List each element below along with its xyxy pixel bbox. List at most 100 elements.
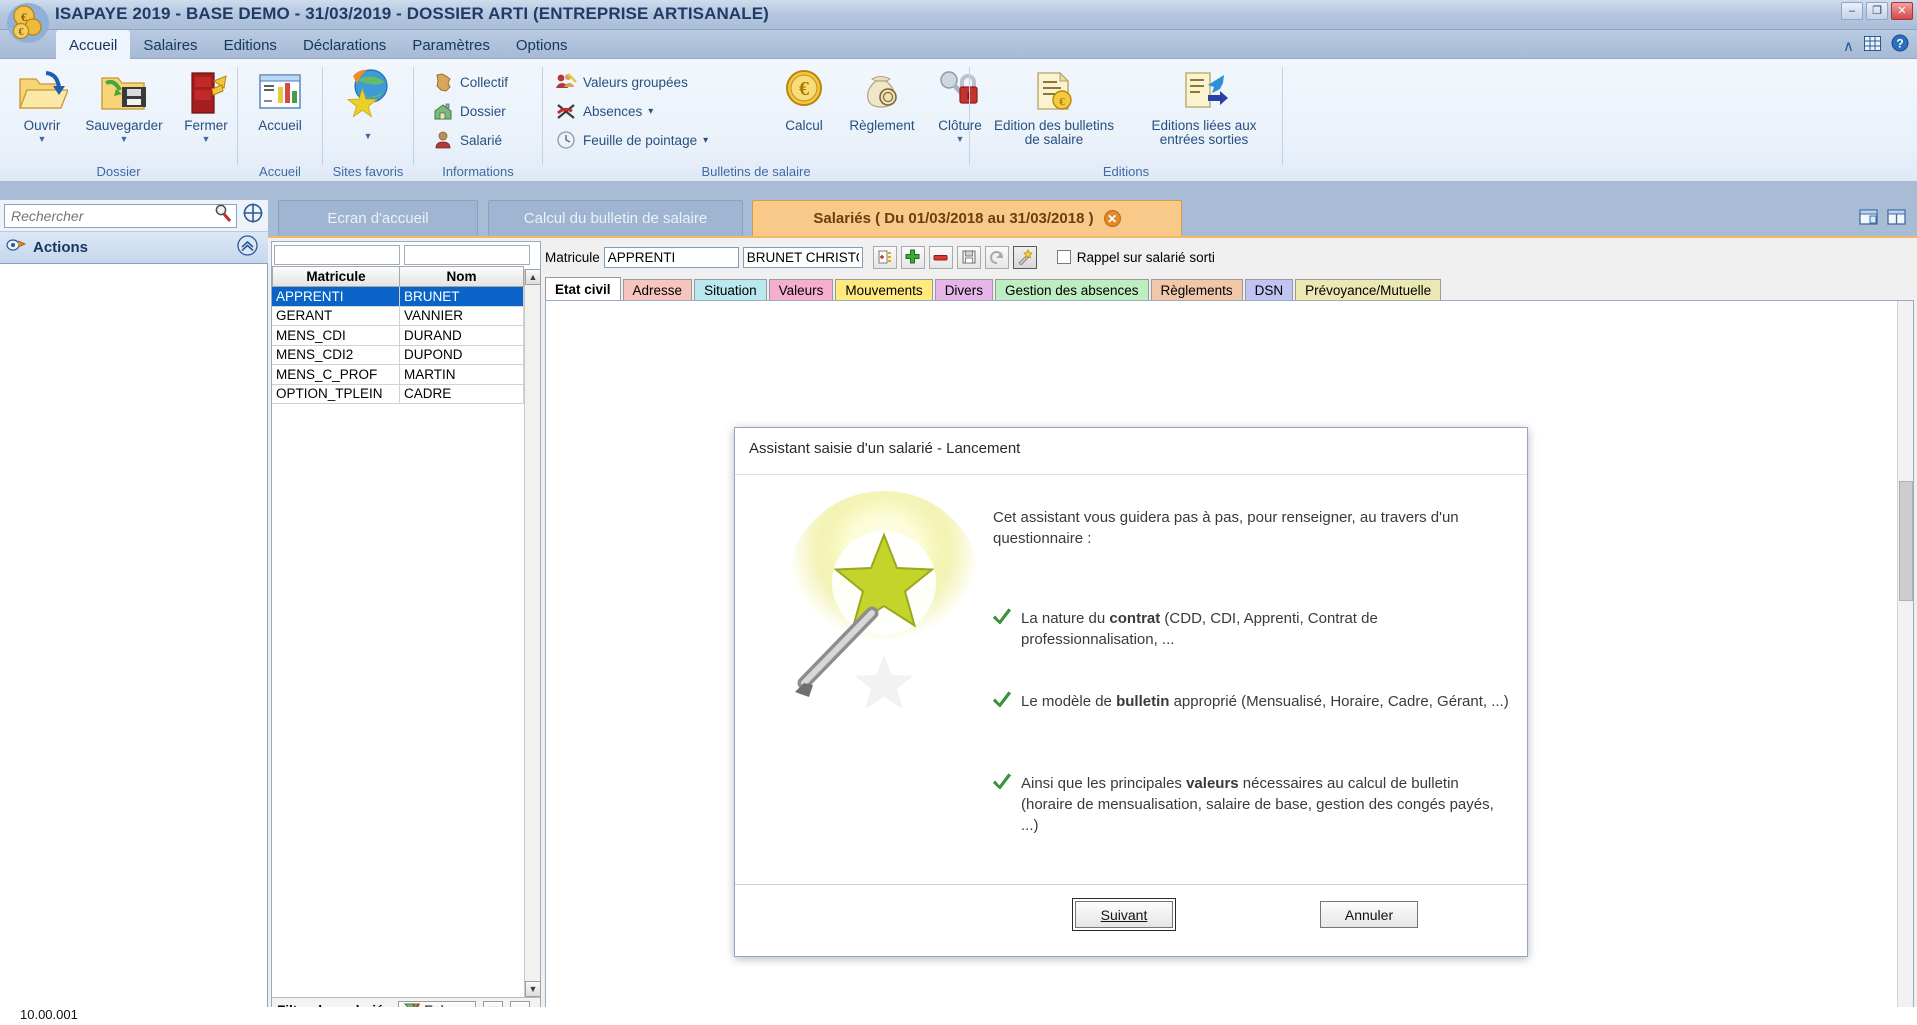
window-restore-icon[interactable]	[1859, 208, 1879, 231]
employee-grid-panel: Matricule Nom APPRENTI BRUNET GERANT VAN…	[271, 241, 541, 1024]
grid-scrollbar[interactable]: ▲ ▼	[524, 269, 541, 997]
filter-nom-input[interactable]	[404, 245, 530, 265]
rappel-checkbox[interactable]	[1056, 250, 1071, 264]
close-icon[interactable]: ✕	[1103, 210, 1121, 227]
ribbon-button-collectif[interactable]: Collectif	[432, 71, 508, 93]
tab-adresse[interactable]: Adresse	[622, 279, 693, 301]
menu-right-tools: ∧ ?	[1843, 34, 1909, 57]
cell-nom: BRUNET	[400, 287, 524, 307]
menu-item-declarations[interactable]: Déclarations	[290, 30, 399, 59]
table-row[interactable]: MENS_CDI DURAND	[272, 326, 540, 346]
ribbon-button-sites-favoris[interactable]: ▼	[326, 65, 410, 141]
minimize-button[interactable]: –	[1841, 2, 1863, 20]
ribbon-button-fermer[interactable]: Fermer ▼	[164, 65, 248, 144]
chevron-down-icon[interactable]: ▼	[164, 134, 248, 144]
grid-icon[interactable]	[1864, 35, 1881, 56]
grid-header-nom[interactable]: Nom	[400, 266, 524, 287]
tab-divers[interactable]: Divers	[934, 279, 993, 301]
add-button[interactable]	[900, 245, 925, 269]
euro-coin-icon: €	[771, 65, 837, 117]
grid-filter-row	[272, 242, 540, 266]
ribbon-button-accueil[interactable]: Accueil	[238, 65, 322, 133]
ribbon: Ouvrir ▼ Sauvegarder ▼ Fermer ▼ Dossier …	[0, 59, 1917, 182]
ribbon-group-label-sites-favoris: Sites favoris	[332, 164, 404, 179]
help-icon[interactable]: ?	[1891, 34, 1909, 57]
table-row[interactable]: MENS_C_PROF MARTIN	[272, 365, 540, 385]
ribbon-button-feuille-pointage[interactable]: Feuille de pointage ▾	[555, 129, 708, 151]
tab-valeurs[interactable]: Valeurs	[768, 279, 834, 301]
menu-item-salaires[interactable]: Salaires	[130, 30, 210, 59]
chevron-down-icon[interactable]: ▼	[0, 134, 84, 144]
ribbon-button-dossier-info[interactable]: Dossier	[432, 100, 506, 122]
ribbon-button-valeurs-groupees[interactable]: Valeurs groupées	[555, 71, 688, 93]
chevron-down-icon[interactable]: ▼	[326, 131, 410, 141]
chevrons-up-icon[interactable]	[237, 234, 258, 261]
table-row[interactable]: MENS_CDI2 DUPOND	[272, 345, 540, 365]
restore-button[interactable]: ❐	[1866, 2, 1888, 20]
ribbon-button-editions-entrees-sorties[interactable]: Editions liées aux entrées sorties	[1130, 65, 1278, 147]
ribbon-button-calcul[interactable]: € Calcul	[771, 65, 837, 133]
ribbon-label-absences: Absences	[583, 103, 643, 119]
actions-panel-header[interactable]: Actions	[0, 232, 268, 264]
wizard-button[interactable]	[1012, 245, 1037, 269]
status-bar: 10.00.001	[0, 1007, 1917, 1025]
doc-tab-label: Ecran d'accueil	[327, 210, 429, 227]
cancel-button[interactable]: Annuler	[1320, 901, 1418, 928]
matricule-input[interactable]	[603, 246, 739, 268]
doc-tab-calcul-bulletin[interactable]: Calcul du bulletin de salaire	[488, 200, 743, 236]
tab-prevoyance-mutuelle[interactable]: Prévoyance/Mutuelle	[1295, 279, 1442, 301]
ribbon-button-ouvrir[interactable]: Ouvrir ▼	[0, 65, 84, 144]
menu-item-parametres[interactable]: Paramètres	[399, 30, 503, 59]
undo-button[interactable]	[984, 245, 1009, 269]
chevron-down-icon[interactable]: ▾	[703, 135, 708, 146]
next-button[interactable]: Suivant	[1072, 898, 1176, 931]
chevron-down-icon[interactable]: ▾	[648, 106, 653, 117]
search-box[interactable]	[4, 203, 237, 228]
house-icon	[432, 100, 454, 122]
scroll-up-button[interactable]: ▲	[525, 269, 541, 285]
delete-button[interactable]	[928, 245, 953, 269]
tab-dsn[interactable]: DSN	[1244, 279, 1294, 301]
menu-item-options[interactable]: Options	[503, 30, 581, 59]
target-icon[interactable]	[242, 202, 264, 229]
form-scroll-thumb[interactable]	[1899, 481, 1913, 601]
cell-matricule: GERANT	[272, 306, 400, 326]
ribbon-button-salarie[interactable]: Salarié	[432, 129, 502, 151]
filter-matricule-input[interactable]	[274, 245, 400, 265]
chevron-down-icon[interactable]: ▼	[74, 134, 174, 144]
search-input[interactable]	[9, 206, 214, 225]
menu-item-accueil[interactable]: Accueil	[56, 30, 131, 59]
table-row[interactable]: OPTION_TPLEIN CADRE	[272, 384, 540, 404]
tab-gestion-absences[interactable]: Gestion des absences	[994, 279, 1149, 301]
save-button[interactable]	[956, 245, 981, 269]
rappel-checkbox-wrapper[interactable]: Rappel sur salarié sorti	[1056, 250, 1215, 265]
form-scrollbar[interactable]	[1897, 301, 1913, 1023]
search-icon[interactable]	[214, 204, 232, 227]
grid-header-matricule[interactable]: Matricule	[272, 266, 400, 287]
window-split-icon[interactable]	[1887, 208, 1907, 231]
next-button-label: Suivant	[1100, 906, 1148, 923]
dialog-bullet-1: La nature du contrat (CDD, CDI, Apprenti…	[993, 608, 1513, 650]
payslip-icon: €	[980, 65, 1128, 117]
table-row[interactable]: GERANT VANNIER	[272, 306, 540, 326]
matricule-label: Matricule	[545, 249, 600, 265]
doc-tab-salaries[interactable]: Salariés ( Du 01/03/2018 au 31/03/2018 )…	[752, 200, 1182, 236]
scroll-down-button[interactable]: ▼	[525, 981, 541, 997]
employee-name-input[interactable]	[742, 246, 863, 268]
cancel-button-label: Annuler	[1344, 906, 1394, 923]
duplicate-button[interactable]	[872, 245, 897, 269]
ribbon-button-edition-bulletins[interactable]: € Edition des bulletins de salaire	[980, 65, 1128, 147]
tab-mouvements[interactable]: Mouvements	[835, 279, 933, 301]
menu-item-editions[interactable]: Editions	[211, 30, 290, 59]
ribbon-button-absences[interactable]: Absences ▾	[555, 100, 653, 122]
collapse-ribbon-icon[interactable]: ∧	[1843, 37, 1854, 55]
table-row[interactable]: APPRENTI BRUNET	[272, 287, 540, 307]
close-button[interactable]: ✕	[1891, 2, 1913, 20]
tab-situation[interactable]: Situation	[694, 279, 767, 301]
money-bag-icon	[837, 65, 927, 117]
doc-tab-ecran-accueil[interactable]: Ecran d'accueil	[278, 200, 478, 236]
tab-reglements[interactable]: Règlements	[1150, 279, 1243, 301]
ribbon-button-sauvegarder[interactable]: Sauvegarder ▼	[74, 65, 174, 144]
ribbon-button-reglement[interactable]: Règlement	[837, 65, 927, 133]
tab-etat-civil[interactable]: Etat civil	[545, 277, 621, 301]
